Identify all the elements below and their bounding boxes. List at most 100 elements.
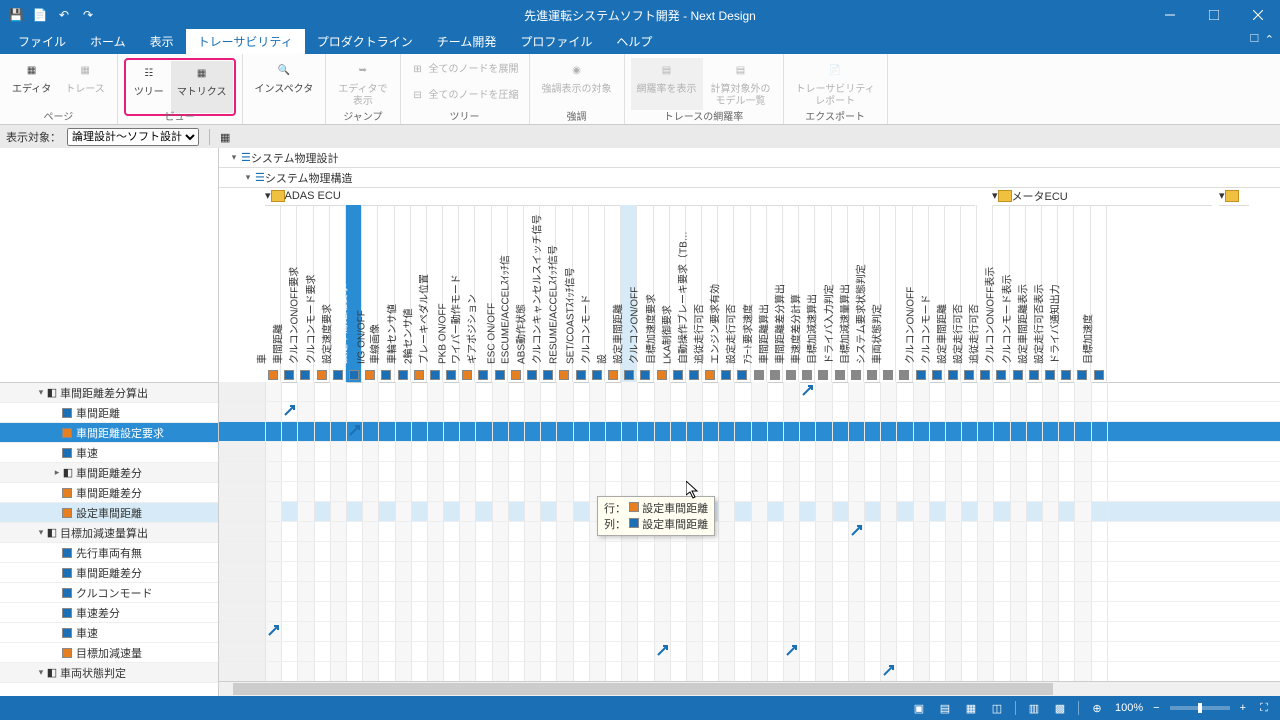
matrix-cell[interactable] xyxy=(379,642,395,661)
matrix-cell[interactable] xyxy=(396,502,412,521)
matrix-cell[interactable] xyxy=(638,542,654,561)
matrix-cell[interactable] xyxy=(1075,602,1091,621)
matrix-cell[interactable] xyxy=(752,622,768,641)
matrix-cell[interactable] xyxy=(444,382,460,401)
matrix-cell[interactable] xyxy=(897,402,913,421)
matrix-cell[interactable] xyxy=(946,462,962,481)
matrix-cell[interactable] xyxy=(606,382,622,401)
matrix-cell[interactable] xyxy=(396,422,412,441)
matrix-cell[interactable] xyxy=(363,502,379,521)
matrix-cell[interactable] xyxy=(363,522,379,541)
matrix-cell[interactable] xyxy=(315,662,331,681)
matrix-cell[interactable] xyxy=(541,482,557,501)
matrix-cell[interactable] xyxy=(476,542,492,561)
matrix-cell[interactable] xyxy=(784,542,800,561)
matrix-cell[interactable] xyxy=(606,582,622,601)
matrix-cell[interactable] xyxy=(379,422,395,441)
matrix-cell[interactable] xyxy=(509,402,525,421)
matrix-cell[interactable] xyxy=(881,602,897,621)
matrix-cell[interactable] xyxy=(784,482,800,501)
matrix-cell[interactable] xyxy=(606,562,622,581)
matrix-cell[interactable] xyxy=(590,602,606,621)
matrix-cell[interactable] xyxy=(298,422,314,441)
matrix-cell[interactable] xyxy=(1059,382,1075,401)
matrix-cell[interactable] xyxy=(476,642,492,661)
matrix-cell[interactable] xyxy=(347,662,363,681)
matrix-cell[interactable] xyxy=(606,462,622,481)
matrix-cell[interactable] xyxy=(881,482,897,501)
matrix-cell[interactable] xyxy=(962,582,978,601)
matrix-cell[interactable] xyxy=(735,462,751,481)
matrix-cell[interactable] xyxy=(881,402,897,421)
jump-editor-button[interactable]: ➥エディタで 表示 xyxy=(332,58,393,110)
matrix-cell[interactable] xyxy=(444,622,460,641)
matrix-cell[interactable] xyxy=(298,442,314,461)
matrix-cell[interactable] xyxy=(509,422,525,441)
matrix-cell[interactable] xyxy=(962,462,978,481)
matrix-cell[interactable] xyxy=(930,502,946,521)
matrix-cell[interactable] xyxy=(266,522,282,541)
matrix-cell[interactable] xyxy=(363,582,379,601)
matrix-cell[interactable] xyxy=(331,622,347,641)
matrix-cell[interactable] xyxy=(703,622,719,641)
matrix-cell[interactable] xyxy=(590,562,606,581)
matrix-cell[interactable] xyxy=(476,382,492,401)
matrix-cell[interactable] xyxy=(525,542,541,561)
matrix-cell[interactable] xyxy=(849,462,865,481)
matrix-cell[interactable] xyxy=(493,642,509,661)
matrix-cell[interactable] xyxy=(752,462,768,481)
matrix-cell[interactable] xyxy=(703,602,719,621)
matrix-cell[interactable] xyxy=(363,442,379,461)
matrix-view-button[interactable]: ▦マトリクス xyxy=(171,61,233,113)
matrix-cell[interactable] xyxy=(914,642,930,661)
matrix-cell[interactable] xyxy=(1075,642,1091,661)
matrix-cell[interactable] xyxy=(897,502,913,521)
matrix-cell[interactable] xyxy=(282,542,298,561)
matrix-cell[interactable] xyxy=(914,462,930,481)
matrix-cell[interactable] xyxy=(1092,482,1108,501)
matrix-cell[interactable] xyxy=(379,622,395,641)
matrix-cell[interactable] xyxy=(946,442,962,461)
matrix-cell[interactable] xyxy=(687,542,703,561)
matrix-cell[interactable] xyxy=(638,602,654,621)
matrix-cell[interactable] xyxy=(476,622,492,641)
matrix-cell[interactable] xyxy=(849,522,865,541)
matrix-cell[interactable] xyxy=(881,542,897,561)
matrix-cell[interactable] xyxy=(541,502,557,521)
status-icon[interactable]: ▣ xyxy=(911,700,927,716)
matrix-cell[interactable] xyxy=(428,422,444,441)
matrix-cell[interactable] xyxy=(509,622,525,641)
matrix-cell[interactable] xyxy=(557,642,573,661)
matrix-cell[interactable] xyxy=(347,402,363,421)
matrix-cell[interactable] xyxy=(816,542,832,561)
matrix-cell[interactable] xyxy=(687,642,703,661)
matrix-cell[interactable] xyxy=(735,402,751,421)
matrix-cell[interactable] xyxy=(687,422,703,441)
matrix-cell[interactable] xyxy=(606,622,622,641)
matrix-cell[interactable] xyxy=(428,482,444,501)
matrix-cell[interactable] xyxy=(574,482,590,501)
matrix-cell[interactable] xyxy=(509,662,525,681)
matrix-cell[interactable] xyxy=(331,482,347,501)
matrix-cell[interactable] xyxy=(493,602,509,621)
matrix-cell[interactable] xyxy=(1092,462,1108,481)
status-icon[interactable]: ◫ xyxy=(989,700,1005,716)
matrix-cell[interactable] xyxy=(379,542,395,561)
matrix-cell[interactable] xyxy=(590,622,606,641)
matrix-cell[interactable] xyxy=(509,642,525,661)
matrix-cell[interactable] xyxy=(541,522,557,541)
matrix-cell[interactable] xyxy=(282,582,298,601)
matrix-cell[interactable] xyxy=(493,562,509,581)
matrix-cell[interactable] xyxy=(412,622,428,641)
matrix-cell[interactable] xyxy=(703,582,719,601)
matrix-cell[interactable] xyxy=(412,382,428,401)
maximize-button[interactable] xyxy=(1192,0,1236,30)
matrix-cell[interactable] xyxy=(525,522,541,541)
coverage-exclude-button[interactable]: ▤計算対象外の モデル一覧 xyxy=(705,58,777,110)
matrix-cell[interactable] xyxy=(994,582,1010,601)
menu-home[interactable]: ホーム xyxy=(78,29,138,54)
matrix-cell[interactable] xyxy=(946,642,962,661)
matrix-cell[interactable] xyxy=(671,662,687,681)
matrix-cell[interactable] xyxy=(590,542,606,561)
matrix-cell[interactable] xyxy=(460,422,476,441)
